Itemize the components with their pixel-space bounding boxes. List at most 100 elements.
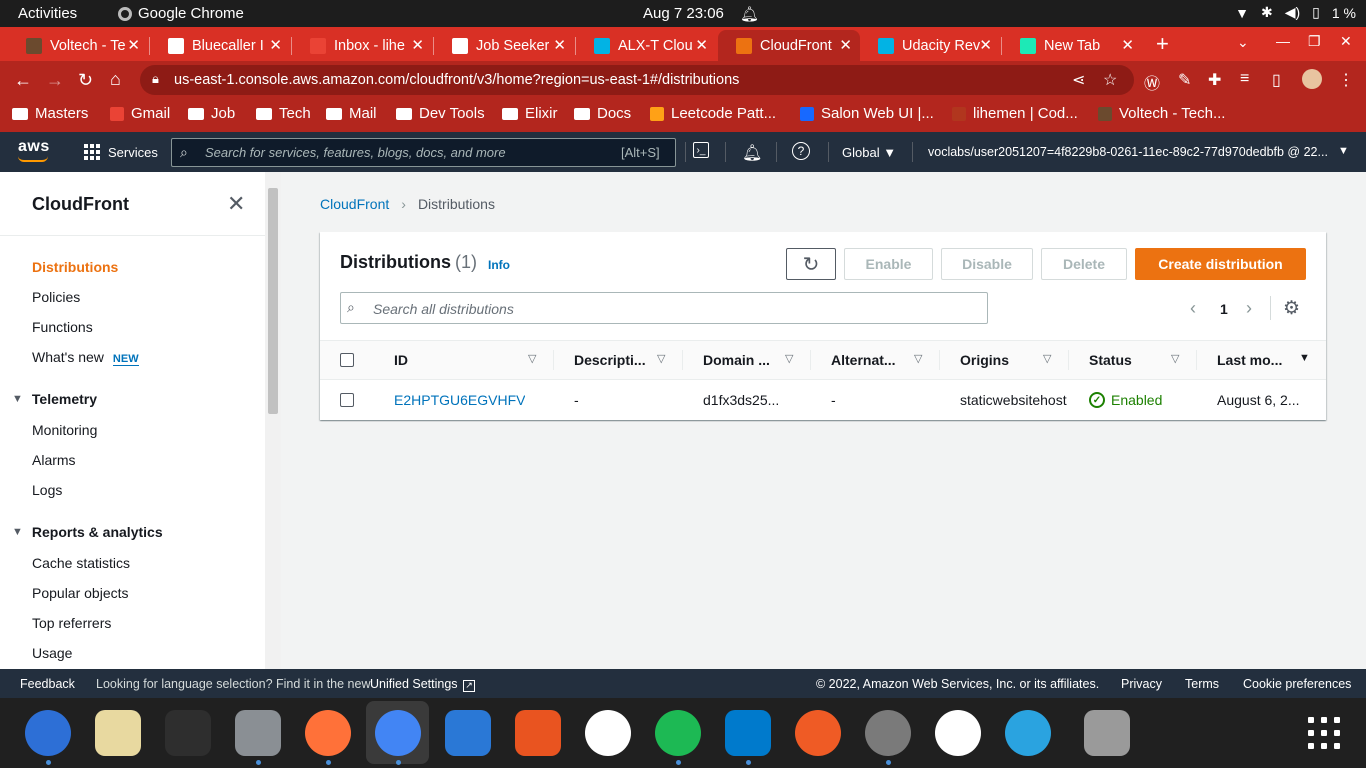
sidebar-item-whats-new[interactable]: What's new NEW (32, 349, 139, 366)
postman-icon[interactable] (795, 710, 841, 756)
page-number[interactable]: 1 (1220, 301, 1228, 317)
active-app-menu[interactable]: Google Chrome (118, 5, 244, 22)
sidebar-item-monitoring[interactable]: Monitoring (32, 422, 97, 438)
tab-search-icon[interactable]: ⌄ (1237, 34, 1249, 51)
sidebar-item-policies[interactable]: Policies (32, 289, 80, 305)
sidebar-item-top-referrers[interactable]: Top referrers (32, 615, 111, 631)
bookmark-item[interactable]: lihemen | Cod... (952, 105, 1078, 122)
extension-pen-icon[interactable]: ✎ (1178, 70, 1191, 90)
trash-icon[interactable] (1084, 710, 1130, 756)
tab-close-icon[interactable]: ✕ (839, 36, 852, 54)
bookmark-item[interactable]: Voltech - Tech... (1098, 105, 1225, 122)
table-settings-gear-icon[interactable]: ⚙ (1283, 297, 1300, 320)
thunderbird-icon[interactable] (25, 710, 71, 756)
close-sidebar-icon[interactable]: ✕ (227, 191, 245, 217)
telegram-icon[interactable] (1005, 710, 1051, 756)
browser-tab[interactable]: Voltech - Te ✕ (8, 30, 148, 61)
cloudshell-icon[interactable]: ›_ (693, 142, 709, 158)
terminal-icon[interactable] (165, 710, 211, 756)
chrome-icon[interactable] (375, 710, 421, 756)
aws-logo[interactable]: aws (18, 138, 50, 156)
select-all-checkbox[interactable] (340, 353, 354, 367)
sort-desc-caret-icon[interactable]: ▼ (1299, 352, 1310, 364)
account-menu[interactable]: voclabs/user2051207=4f8229b8-0261-11ec-8… (928, 145, 1328, 159)
column-header-description[interactable]: Descripti... (574, 352, 646, 368)
bookmark-item[interactable]: Docs (574, 105, 631, 122)
tab-close-icon[interactable]: ✕ (411, 36, 424, 54)
tab-close-icon[interactable]: ✕ (695, 36, 708, 54)
sort-caret-icon[interactable]: ▽ (914, 352, 922, 365)
browser-tab[interactable]: Inbox - lihe ✕ (292, 30, 432, 61)
breadcrumb-root-link[interactable]: CloudFront (320, 196, 389, 212)
url-text[interactable]: us-east-1.console.aws.amazon.com/cloudfr… (174, 72, 739, 88)
delete-button[interactable]: Delete (1041, 248, 1127, 280)
bookmark-item[interactable]: Masters (12, 105, 88, 122)
activities-button[interactable]: Activities (18, 5, 77, 22)
bookmark-star-icon[interactable]: ☆ (1103, 70, 1117, 90)
feedback-link[interactable]: Feedback (20, 677, 75, 691)
notifications-bell-icon[interactable]: 🔔︎ (742, 143, 762, 163)
column-divider[interactable] (1068, 350, 1069, 370)
column-header-id[interactable]: ID (394, 352, 408, 368)
browser-tab[interactable]: Job Seeker ✕ (434, 30, 574, 61)
account-caret-icon[interactable]: ▼ (1338, 145, 1349, 157)
home-icon[interactable]: ⌂ (110, 69, 121, 90)
sidebar-section-reports[interactable]: ▼ Reports & analytics (12, 524, 163, 540)
tab-close-icon[interactable]: ✕ (1121, 36, 1134, 54)
sort-caret-icon[interactable]: ▽ (785, 352, 793, 365)
column-divider[interactable] (939, 350, 940, 370)
firefox-icon[interactable] (305, 710, 351, 756)
column-header-last-modified[interactable]: Last mo... (1217, 352, 1282, 368)
enable-button[interactable]: Enable (844, 248, 933, 280)
media-control-icon[interactable]: ≡ (1240, 70, 1249, 88)
column-header-domain[interactable]: Domain ... (703, 352, 770, 368)
minimize-icon[interactable]: — (1276, 33, 1290, 49)
services-grid-icon[interactable] (84, 144, 100, 160)
sort-caret-icon[interactable]: ▽ (657, 352, 665, 365)
sort-caret-icon[interactable]: ▽ (528, 352, 536, 365)
browser-tab[interactable]: New Tab ✕ (1002, 30, 1142, 61)
tab-close-icon[interactable]: ✕ (979, 36, 992, 54)
forward-icon[interactable]: → (46, 70, 64, 91)
lock-icon[interactable]: 🔒︎ (152, 71, 159, 87)
create-distribution-button[interactable]: Create distribution (1135, 248, 1306, 280)
bookmark-item[interactable]: Elixir (502, 105, 558, 122)
sidebar-item-distributions[interactable]: Distributions (32, 259, 118, 275)
bookmark-item[interactable]: Tech (256, 105, 311, 122)
share-icon[interactable]: ⋖ (1072, 70, 1085, 90)
scrollbar-thumb[interactable] (268, 188, 278, 414)
writer-icon[interactable] (445, 710, 491, 756)
info-link[interactable]: Info (488, 258, 510, 272)
disable-button[interactable]: Disable (941, 248, 1033, 280)
extension-w-icon[interactable]: Ⓦ (1144, 70, 1160, 94)
software-center-icon[interactable] (515, 710, 561, 756)
close-window-icon[interactable]: ✕ (1340, 33, 1352, 50)
sort-caret-icon[interactable]: ▽ (1043, 352, 1051, 365)
reload-icon[interactable]: ↻ (78, 70, 93, 91)
chrome-menu-icon[interactable]: ⋮ (1338, 70, 1354, 90)
bookmark-item[interactable]: Leetcode Patt... (650, 105, 776, 122)
back-icon[interactable]: ← (14, 70, 32, 91)
refresh-button[interactable]: ↻ (786, 248, 836, 280)
browser-tab[interactable]: Udacity Rev ✕ (860, 30, 1000, 61)
column-divider[interactable] (682, 350, 683, 370)
column-header-origins[interactable]: Origins (960, 352, 1009, 368)
column-header-alternate[interactable]: Alternat... (831, 352, 896, 368)
new-tab-button[interactable]: + (1156, 31, 1169, 57)
tab-close-icon[interactable]: ✕ (553, 36, 566, 54)
bookmark-item[interactable]: Mail (326, 105, 377, 122)
android-studio-icon[interactable] (585, 710, 631, 756)
column-divider[interactable] (1196, 350, 1197, 370)
sidebar-section-telemetry[interactable]: ▼ Telemetry (12, 391, 97, 407)
vscode-icon[interactable] (725, 710, 771, 756)
profile-avatar[interactable] (1302, 69, 1322, 89)
cookie-preferences-link[interactable]: Cookie preferences (1243, 677, 1351, 691)
help-icon[interactable]: ? (792, 142, 810, 160)
extensions-puzzle-icon[interactable]: ✚ (1208, 70, 1221, 90)
sort-caret-icon[interactable]: ▽ (1171, 352, 1179, 365)
files-icon[interactable] (235, 710, 281, 756)
column-header-status[interactable]: Status (1089, 352, 1132, 368)
rhythmbox-icon[interactable] (95, 710, 141, 756)
slack-icon[interactable] (935, 710, 981, 756)
bookmark-item[interactable]: Job (188, 105, 235, 122)
